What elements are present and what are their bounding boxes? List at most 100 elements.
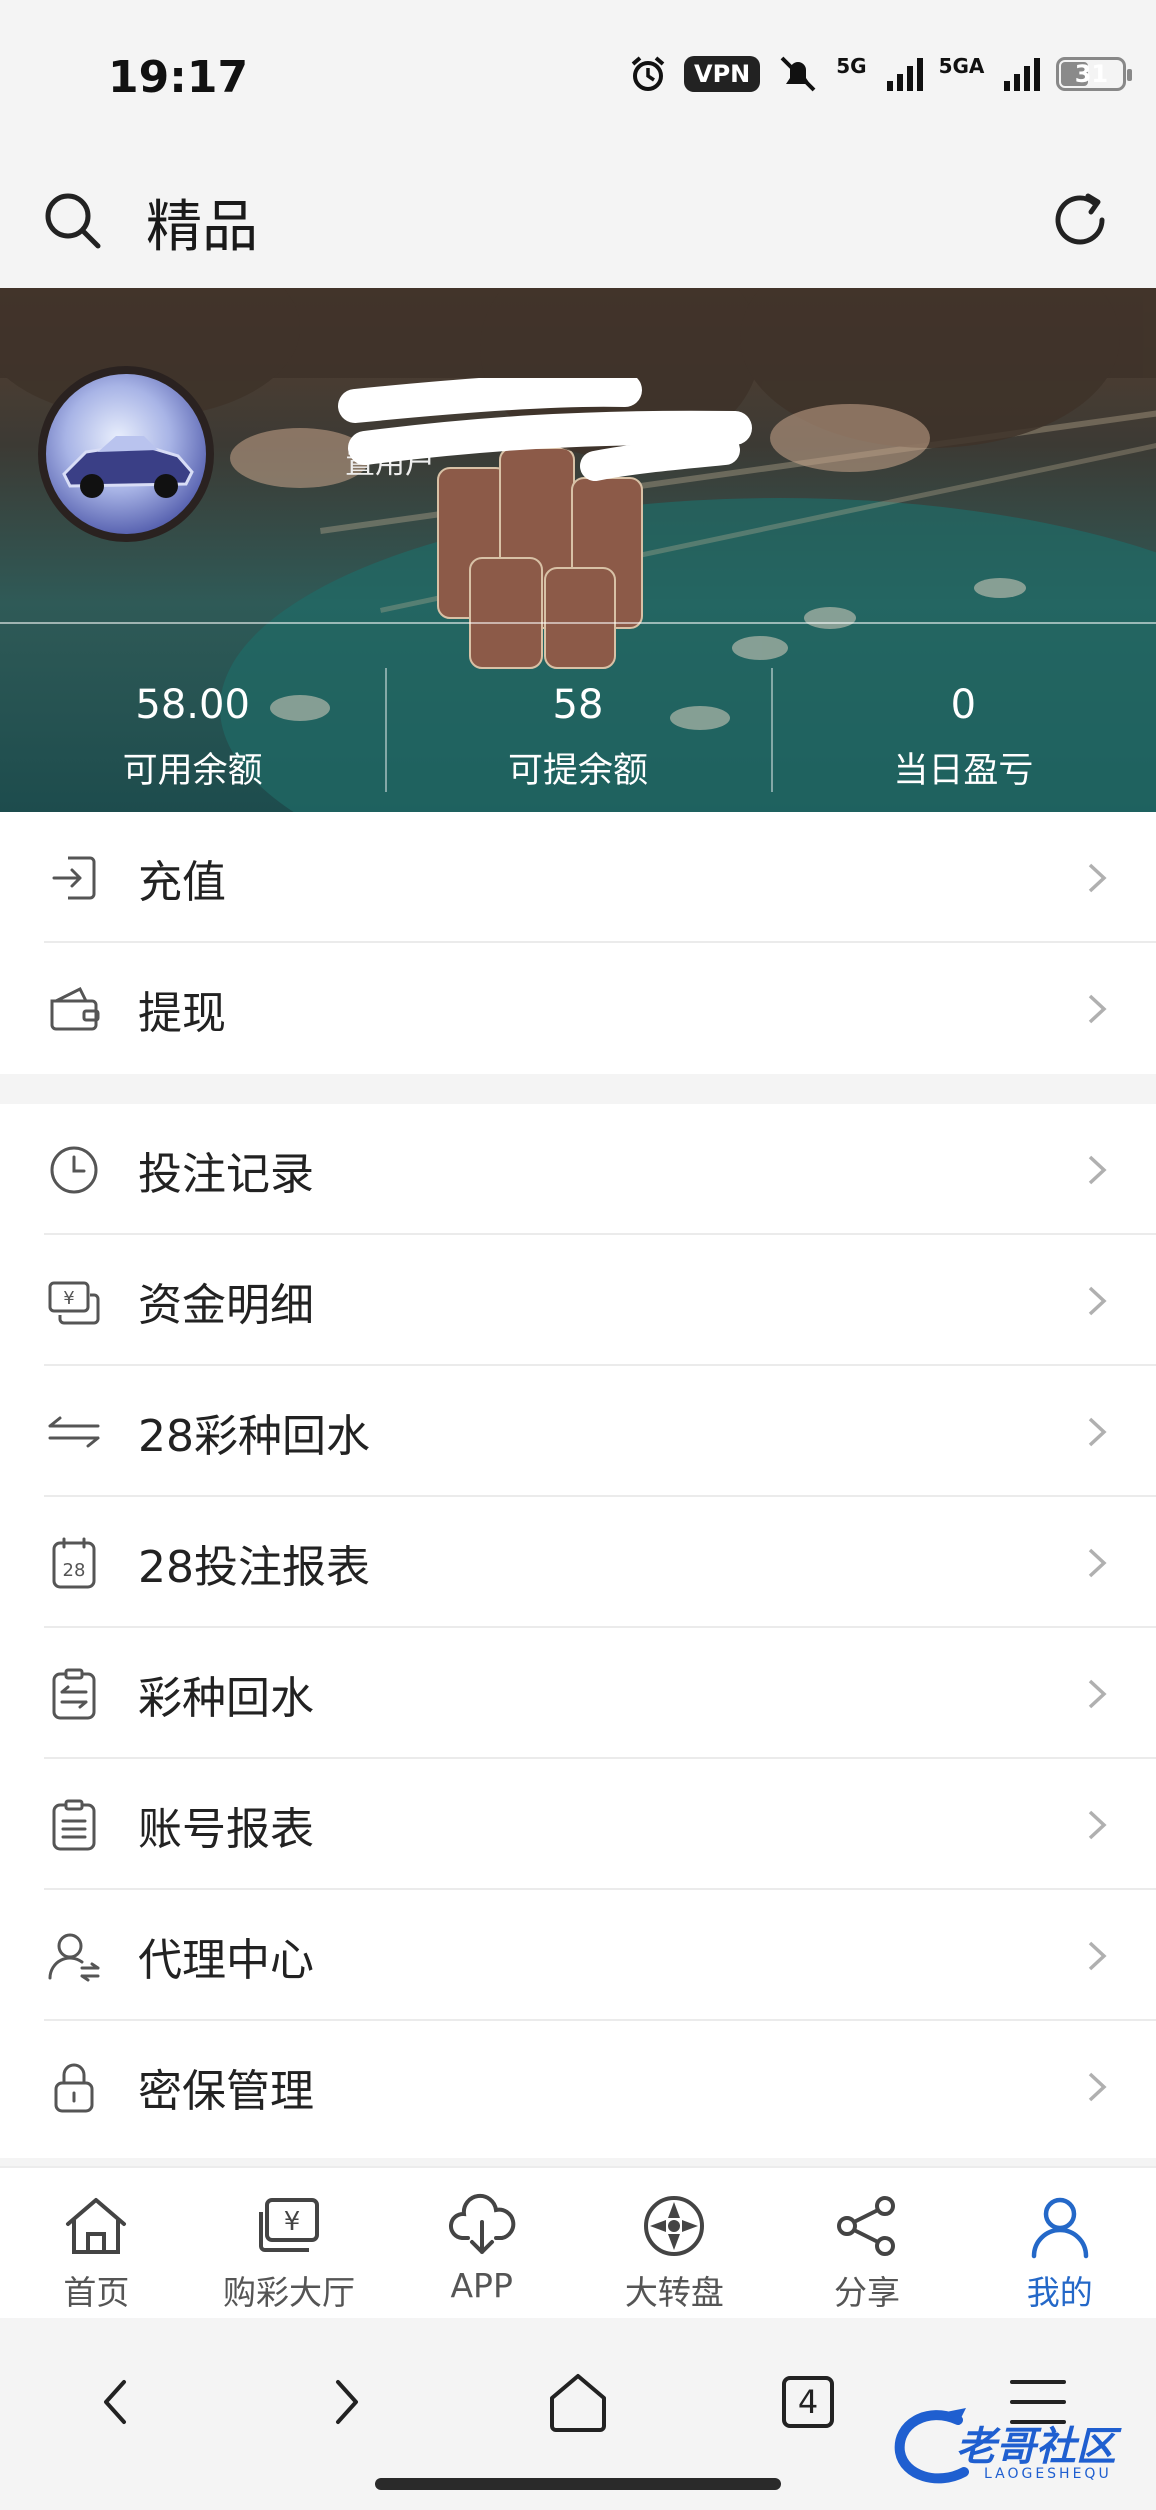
menu-item-recharge[interactable]: 充值 [0, 812, 1156, 943]
chevron-right-icon [1088, 2072, 1107, 2102]
recharge-icon [52, 856, 96, 900]
nav-wheel[interactable]: 大转盘 [578, 2168, 771, 2318]
balance-stats: 58.00 可用余额 58 可提余额 0 当日盈亏 [0, 658, 1156, 798]
nav-label: APP [450, 2266, 513, 2305]
page-header: 精品 [0, 150, 1156, 288]
wheel-icon [644, 2196, 705, 2256]
nav-app[interactable]: APP [385, 2168, 578, 2318]
signal-icon-2 [1004, 57, 1041, 91]
svg-text:¥: ¥ [284, 2207, 301, 2237]
nav-home[interactable]: 首页 [0, 2168, 193, 2318]
clipboard-icon [52, 1799, 96, 1851]
lottery-icon: ¥ [259, 2198, 319, 2252]
stat-withdrawable-balance: 58 可提余额 [385, 658, 770, 798]
menu-item-label: 提现 [138, 987, 226, 1039]
menu-item-account-report[interactable]: 账号报表 [0, 1759, 1156, 1890]
vpn-badge: VPN [684, 56, 761, 92]
browser-toolbar: 4 老哥社区 LAOGESHEQU [0, 2318, 1156, 2510]
profile-hero: 置用户 58.00 可用余额 58 可提余额 0 当日盈亏 [0, 288, 1156, 812]
menu-item-label: 彩种回水 [138, 1672, 314, 1724]
agent-icon [48, 1933, 100, 1982]
menu-group-wallet: 充值 提现 [0, 812, 1156, 1074]
menu-item-label: 代理中心 [138, 1934, 314, 1986]
avatar[interactable] [38, 366, 214, 542]
exchange-icon [48, 1416, 100, 1448]
nav-label: 首页 [63, 2273, 130, 2312]
clock-icon [50, 1146, 98, 1194]
status-time: 19:17 [108, 52, 249, 103]
share-icon [837, 2196, 896, 2256]
hero-divider [0, 622, 1156, 624]
stat-label: 可提余额 [507, 751, 648, 791]
chevron-right-icon [1088, 1548, 1107, 1578]
watermark-text: 老哥社区 [956, 2424, 1116, 2470]
mute-icon [780, 56, 816, 92]
watermark-subtext: LAOGESHEQU [984, 2466, 1112, 2482]
nav-lottery-hall[interactable]: ¥ 购彩大厅 [193, 2168, 386, 2318]
refresh-icon[interactable] [1048, 188, 1112, 252]
car-avatar-icon [62, 436, 194, 498]
chevron-right-icon [1088, 1286, 1107, 1316]
nav-label: 我的 [1026, 2273, 1093, 2312]
tab-count: 4 [797, 2383, 819, 2421]
menu-item-label: 密保管理 [138, 2065, 314, 2117]
chevron-right-icon [1088, 863, 1107, 893]
stat-available-balance: 58.00 可用余额 [0, 658, 385, 798]
menu-item-label: 账号报表 [138, 1803, 314, 1855]
menu-item-fund-details[interactable]: ¥ 资金明细 [0, 1235, 1156, 1366]
battery-icon: 31 [1056, 57, 1133, 91]
home-icon [66, 2198, 127, 2254]
nav-label: 大转盘 [624, 2273, 724, 2312]
stat-value: 58 [552, 682, 604, 728]
username-redaction [338, 378, 752, 481]
lock-icon [54, 2063, 94, 2113]
signal-icon [886, 57, 923, 91]
wallet-icon [50, 986, 100, 1031]
home-browser-icon[interactable] [538, 2362, 618, 2442]
chevron-right-icon [1088, 1941, 1107, 1971]
menu-item-security[interactable]: 密保管理 [0, 2021, 1156, 2152]
menu-item-label: 28彩种回水 [138, 1410, 370, 1462]
menu-item-label: 充值 [138, 856, 226, 908]
menu-group-records: 投注记录 ¥ 资金明细 28彩种回水 28 28投注报表 彩种回水 账号报表 代… [0, 1104, 1156, 2158]
stat-value: 58.00 [135, 682, 250, 728]
chevron-right-icon [1088, 1155, 1107, 1185]
tabs-button[interactable]: 4 [768, 2362, 848, 2442]
svg-text:28: 28 [63, 1560, 86, 1581]
watermark: 老哥社区 LAOGESHEQU [888, 2402, 1148, 2492]
svg-text:¥: ¥ [63, 1288, 74, 1309]
menu-item-28-rebate[interactable]: 28彩种回水 [0, 1366, 1156, 1497]
cloud-download-icon [448, 2193, 515, 2254]
menu-item-label: 投注记录 [138, 1148, 314, 1200]
menu-item-label: 资金明细 [138, 1279, 314, 1331]
chevron-right-icon [1088, 1679, 1107, 1709]
network-5g-label: 5G [836, 54, 867, 78]
chevron-right-icon [1088, 994, 1107, 1024]
home-indicator[interactable] [375, 2478, 781, 2490]
menu-item-withdraw[interactable]: 提现 [0, 943, 1156, 1074]
nav-share[interactable]: 分享 [771, 2168, 964, 2318]
nav-label: 购彩大厅 [223, 2273, 355, 2312]
status-bar: 19:17 VPN 5G 5GA 31 [0, 0, 1156, 150]
clipboard-exchange-icon [52, 1668, 96, 1720]
stat-daily-profit: 0 当日盈亏 [770, 658, 1156, 798]
chevron-right-icon [1088, 1810, 1107, 1840]
search-icon[interactable] [40, 188, 104, 252]
alarm-icon [631, 56, 665, 91]
nav-mine[interactable]: 我的 [963, 2168, 1156, 2318]
status-icons: VPN 5G 5GA 31 [628, 54, 1133, 94]
chevron-right-icon [1088, 1417, 1107, 1447]
nav-label: 分享 [834, 2273, 901, 2312]
stat-label: 当日盈亏 [893, 751, 1034, 791]
bottom-nav: 首页 ¥ 购彩大厅 APP 大转盘 分享 我的 [0, 2166, 1156, 2318]
menu-item-agent-center[interactable]: 代理中心 [0, 1890, 1156, 2021]
menu-item-label: 28投注报表 [138, 1541, 370, 1593]
stat-value: 0 [950, 682, 977, 728]
back-icon[interactable] [76, 2362, 156, 2442]
menu-item-lottery-rebate[interactable]: 彩种回水 [0, 1628, 1156, 1759]
menu-item-bet-records[interactable]: 投注记录 [0, 1104, 1156, 1235]
menu-item-28-bet-report[interactable]: 28 28投注报表 [0, 1497, 1156, 1628]
user-icon [1031, 2197, 1088, 2259]
stat-label: 可用余额 [122, 751, 263, 791]
forward-icon[interactable] [306, 2362, 386, 2442]
